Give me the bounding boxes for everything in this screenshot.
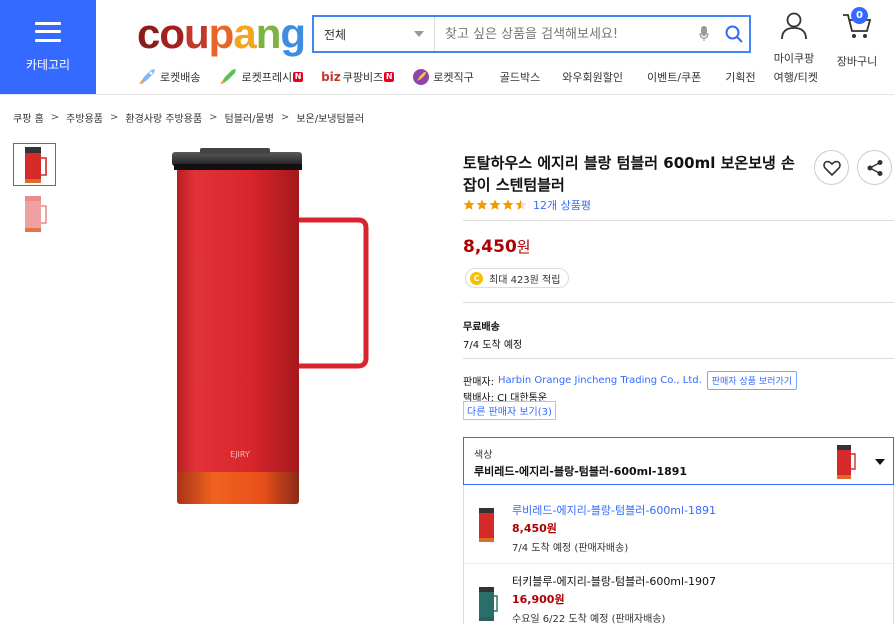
share-icon <box>867 159 882 176</box>
hamburger-icon <box>35 21 61 42</box>
option-item[interactable]: 루비레드-에지리-블랑-텀블러-600ml-1891 8,450원 7/4 도착… <box>464 485 893 563</box>
option-item-name: 루비레드-에지리-블랑-텀블러-600ml-1891 <box>512 504 717 517</box>
mypage-button[interactable]: 마이쿠팡 <box>771 12 817 66</box>
seller-products-button[interactable]: 판매자 상품 보러가기 <box>706 371 798 390</box>
divider <box>463 302 894 303</box>
price: 8,450원 <box>463 237 531 257</box>
rocket-fresh-icon <box>220 69 237 84</box>
share-button[interactable] <box>857 150 892 185</box>
brand-mark: EJIRY <box>230 450 250 459</box>
seller-name-link[interactable]: Harbin Orange Jincheng Trading Co., Ltd. <box>498 375 702 386</box>
nav-item-rocket-delivery[interactable]: 로켓배송 <box>137 68 200 86</box>
option-item[interactable]: 터키블루-에지리-블랑-텀블러-600ml-1907 16,900원 수요일 6… <box>464 563 893 641</box>
nav-item-rocket-fresh[interactable]: 로켓프레시 N <box>218 68 304 86</box>
search-bar: 전체 <box>312 15 751 53</box>
breadcrumb-item[interactable]: 주방용품 <box>66 110 103 125</box>
product-main-image[interactable]: EJIRY <box>160 140 400 520</box>
top-nav: 로켓배송 로켓프레시 N biz 쿠팡비즈 N 로켓직구 골드박스 와우회원할인 이… <box>137 68 836 86</box>
thumbnail-2[interactable] <box>13 192 56 235</box>
coin-icon: C <box>470 271 483 285</box>
search-input[interactable] <box>435 17 689 51</box>
option-item-delivery: 수요일 6/22 도착 예정 (판매자배송) <box>512 614 666 625</box>
nav-item-travel[interactable]: 여행/티켓 <box>774 69 818 85</box>
nav-item-exhibitions[interactable]: 기획전 <box>725 69 755 85</box>
biz-icon: biz <box>321 70 341 84</box>
heart-icon <box>822 160 841 176</box>
search-category-select[interactable]: 전체 <box>314 17 435 51</box>
breadcrumb: 쿠팡 홈 > 주방용품 > 환경사랑 주방용품 > 텀블러/물병 > 보온/보냉텀블러 <box>13 110 365 125</box>
star-rating <box>463 199 529 211</box>
breadcrumb-item[interactable]: 쿠팡 홈 <box>13 110 44 125</box>
chevron-down-icon <box>875 459 885 465</box>
mypage-label: 마이쿠팡 <box>773 52 815 65</box>
seller-info: 판매자: Harbin Orange Jincheng Trading Co.,… <box>463 371 798 390</box>
nav-item-rocket-global[interactable]: 로켓직구 <box>412 68 474 86</box>
nav-item-goldbox[interactable]: 골드박스 <box>500 69 540 85</box>
search-icon[interactable] <box>719 17 749 51</box>
coupang-logo[interactable]: coupang <box>137 12 306 56</box>
product-title: 토탈하우스 에지리 블랑 텀블러 600ml 보온보냉 손잡이 스텐텀블러 <box>463 154 795 194</box>
mic-icon[interactable] <box>689 17 719 51</box>
divider <box>463 358 894 359</box>
shipping-eta: 7/4 도착 예정 <box>463 340 523 351</box>
seller-label: 판매자: <box>463 377 494 388</box>
new-badge: N <box>293 72 304 82</box>
category-menu-button[interactable]: 카테고리 <box>0 0 96 94</box>
option-item-name: 터키블루-에지리-블랑-텀블러-600ml-1907 <box>512 575 717 588</box>
new-badge: N <box>384 72 395 82</box>
breadcrumb-item[interactable]: 보온/보냉텀블러 <box>296 110 364 125</box>
search-category-value: 전체 <box>324 27 347 42</box>
breadcrumb-item[interactable]: 텀블러/물병 <box>225 110 274 125</box>
chevron-down-icon <box>414 31 424 37</box>
cashback-badge: C 최대 423원 적립 <box>465 268 570 288</box>
rocket-global-icon <box>413 69 430 85</box>
other-sellers-button[interactable]: 다른 판매자 보기(3) <box>463 401 556 420</box>
user-icon <box>781 12 807 40</box>
thumbnail-1[interactable] <box>13 143 56 186</box>
review-count-link[interactable]: 12개 상품평 <box>533 197 591 213</box>
rating[interactable]: 12개 상품평 <box>463 197 591 213</box>
cart-button[interactable]: 0 장바구니 <box>832 7 882 69</box>
option-thumbnail <box>837 445 856 479</box>
cashback-text: 최대 423원 적립 <box>489 274 561 286</box>
option-dropdown: 루비레드-에지리-블랑-텀블러-600ml-1891 8,450원 7/4 도착… <box>463 485 894 625</box>
nav-item-events[interactable]: 이벤트/쿠폰 <box>647 69 701 85</box>
option-item-image <box>474 584 502 624</box>
cart-count-badge: 0 <box>851 7 868 24</box>
option-selected-value: 루비레드-에지리-블랑-텀블러-600ml-1891 <box>474 465 688 478</box>
rocket-icon <box>139 69 155 84</box>
breadcrumb-item[interactable]: 환경사랑 주방용품 <box>125 110 202 125</box>
option-item-image <box>474 505 502 545</box>
color-option-select[interactable]: 색상 루비레드-에지리-블랑-텀블러-600ml-1891 <box>463 437 894 485</box>
shipping-title: 무료배송 <box>463 322 500 333</box>
cart-label: 장바구니 <box>836 55 878 68</box>
divider <box>463 220 894 221</box>
option-item-delivery: 7/4 도착 예정 (판매자배송) <box>512 543 629 554</box>
favorite-button[interactable] <box>814 150 849 185</box>
category-menu-label: 카테고리 <box>25 57 71 72</box>
option-label: 색상 <box>474 450 493 461</box>
option-item-price: 16,900원 <box>512 593 565 606</box>
nav-item-coupang-biz[interactable]: biz 쿠팡비즈 N <box>321 69 395 85</box>
nav-item-wow-discount[interactable]: 와우회원할인 <box>562 69 623 85</box>
option-item-price: 8,450원 <box>512 522 557 535</box>
header-divider <box>0 94 894 95</box>
